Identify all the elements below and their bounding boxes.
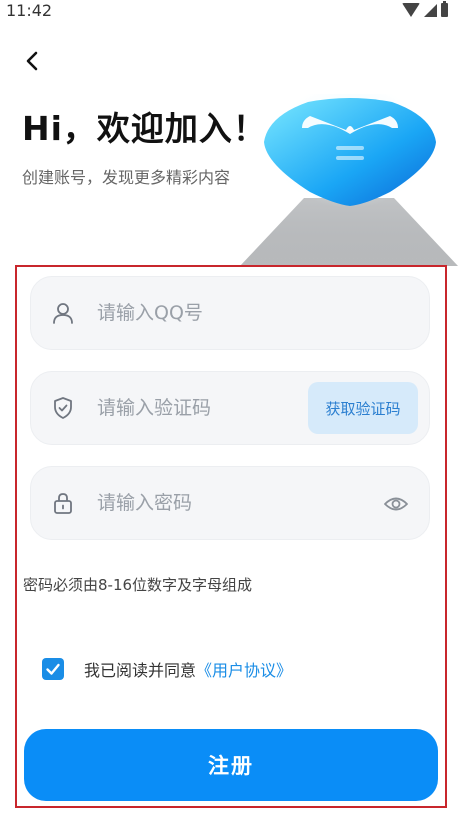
qq-number-input[interactable] — [97, 277, 417, 349]
page-title: Hi，欢迎加入！ — [22, 109, 267, 148]
lock-icon — [54, 493, 72, 514]
register-button[interactable]: 注册 — [24, 729, 438, 801]
agreement-checkbox[interactable] — [42, 658, 64, 680]
get-code-button[interactable]: 获取验证码 — [308, 382, 418, 434]
chevron-left-icon — [26, 51, 38, 71]
shield-icon — [54, 397, 72, 419]
user-icon — [53, 303, 73, 324]
password-input[interactable] — [97, 467, 357, 539]
password-field[interactable] — [30, 466, 430, 540]
back-button[interactable] — [18, 46, 48, 76]
user-agreement-link[interactable]: 《用户协议》 — [196, 657, 292, 681]
battery-icon — [441, 1, 448, 17]
signal-icon — [424, 3, 437, 17]
status-bar: 11:42 — [0, 0, 458, 24]
wifi-icon — [402, 3, 420, 17]
eye-icon[interactable] — [383, 492, 409, 516]
status-icons — [402, 1, 448, 17]
page-subtitle: 创建账号，发现更多精彩内容 — [22, 168, 231, 187]
registration-form: 获取验证码 密码必须由8-16位数字及字母组成 我已阅读并同意 《用户协议》 注… — [15, 265, 447, 808]
check-icon — [46, 663, 60, 675]
verification-code-field[interactable]: 获取验证码 — [30, 371, 430, 445]
verification-code-input[interactable] — [97, 372, 297, 444]
password-hint: 密码必须由8-16位数字及字母组成 — [23, 576, 253, 594]
agreement-label: 我已阅读并同意 — [84, 661, 197, 680]
qq-number-field[interactable] — [30, 276, 430, 350]
agreement-row: 我已阅读并同意 《用户协议》 — [42, 657, 292, 681]
hero-illustration — [240, 94, 458, 272]
status-time: 11:42 — [6, 1, 53, 20]
